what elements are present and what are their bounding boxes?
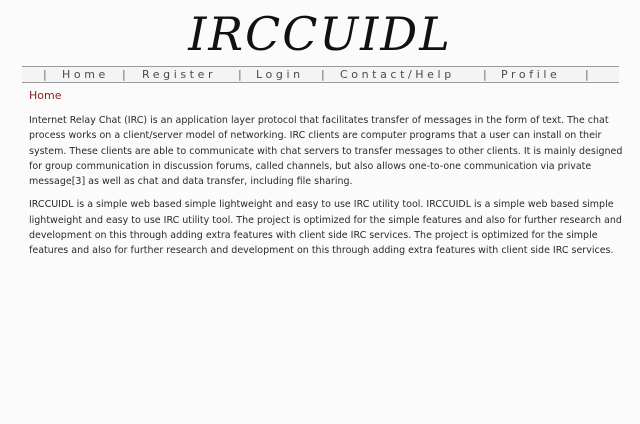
- nav-separator: |: [43, 68, 47, 81]
- nav-separator: |: [585, 68, 589, 81]
- main-nav: | Home | Register | Login | Contact/Help…: [22, 66, 619, 83]
- nav-login-link[interactable]: Login: [256, 67, 304, 82]
- nav-profile-link[interactable]: Profile: [501, 67, 560, 82]
- intro-paragraph: Internet Relay Chat (IRC) is an applicat…: [29, 115, 623, 188]
- nav-register-link[interactable]: Register: [142, 67, 216, 82]
- nav-contact-help-link[interactable]: Contact/Help: [340, 67, 455, 82]
- nav-separator: |: [321, 68, 325, 81]
- logo-text: IRCCUIDL: [187, 7, 452, 61]
- description-paragraph: IRCCUIDL is a simple web based simple li…: [29, 199, 622, 257]
- site-logo: IRCCUIDL: [0, 4, 640, 64]
- main-content: Internet Relay Chat (IRC) is an applicat…: [29, 113, 627, 267]
- nav-separator: |: [122, 68, 126, 81]
- nav-separator: |: [238, 68, 242, 81]
- breadcrumb: Home: [29, 89, 62, 102]
- nav-separator: |: [483, 68, 487, 81]
- nav-home-link[interactable]: Home: [62, 67, 109, 82]
